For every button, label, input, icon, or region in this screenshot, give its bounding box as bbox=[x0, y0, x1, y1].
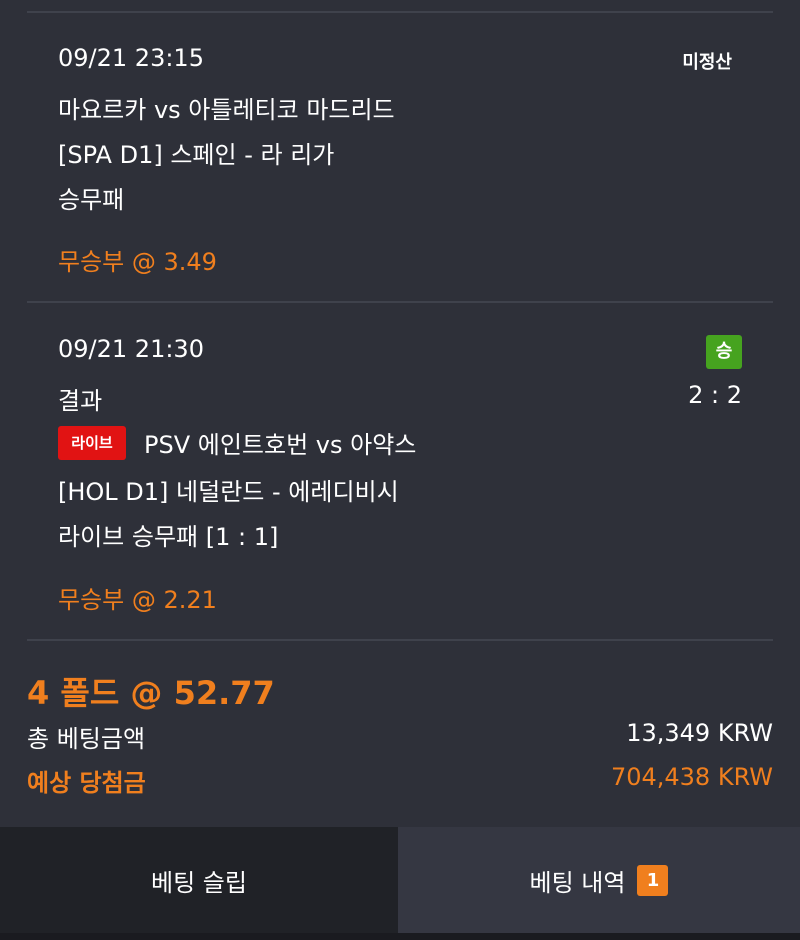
bet-pick: 무승부 @ 3.49 bbox=[58, 248, 217, 276]
divider bbox=[27, 639, 773, 641]
bet-datetime: 09/21 23:15 bbox=[58, 44, 204, 72]
total-stake-value: 13,349 KRW bbox=[626, 719, 773, 747]
tab-bet-slip[interactable]: 베팅 슬립 bbox=[0, 827, 398, 933]
bet-league: [HOL D1] 네덜란드 - 에레디비시 bbox=[58, 478, 399, 506]
bet-market: 라이브 승무패 [1 : 1] bbox=[58, 523, 279, 551]
result-label: 결과 bbox=[58, 387, 103, 415]
tab-bet-history[interactable]: 베팅 내역 1 bbox=[398, 827, 800, 933]
total-stake-row: 총 베팅금액 13,349 KRW bbox=[27, 719, 773, 753]
bet-item: 09/21 21:30 승 결과 2 : 2 라이브 PSV 에인트호번 vs 아… bbox=[58, 335, 744, 625]
bet-item: 09/21 23:15 미정산 마요르카 vs 아틀레티코 마드리드 [SPA … bbox=[58, 44, 744, 284]
expected-win-value: 704,438 KRW bbox=[610, 763, 773, 791]
divider bbox=[27, 11, 773, 13]
bottom-tab-bar: 베팅 슬립 베팅 내역 1 bbox=[0, 827, 800, 933]
status-unsettled: 미정산 bbox=[682, 52, 732, 73]
bet-datetime: 09/21 21:30 bbox=[58, 335, 204, 363]
folds-odds: 4 폴드 @ 52.77 bbox=[27, 674, 275, 712]
history-count-badge: 1 bbox=[637, 864, 669, 896]
bet-slip-page: 09/21 23:15 미정산 마요르카 vs 아틀레티코 마드리드 [SPA … bbox=[0, 0, 800, 940]
divider bbox=[27, 301, 773, 303]
total-stake-label: 총 베팅금액 bbox=[27, 725, 146, 753]
expected-win-label: 예상 당첨금 bbox=[27, 769, 146, 797]
status-win-badge: 승 bbox=[706, 335, 742, 369]
tab-bet-history-label: 베팅 내역 bbox=[529, 868, 626, 897]
bet-league: [SPA D1] 스페인 - 라 리가 bbox=[58, 141, 335, 169]
bet-match: PSV 에인트호번 vs 아약스 bbox=[144, 431, 417, 459]
bet-pick: 무승부 @ 2.21 bbox=[58, 586, 217, 614]
tab-bet-slip-label: 베팅 슬립 bbox=[151, 868, 247, 897]
bet-match: 마요르카 vs 아틀레티코 마드리드 bbox=[58, 96, 395, 124]
live-badge: 라이브 bbox=[58, 425, 126, 460]
bet-market: 승무패 bbox=[58, 186, 125, 214]
score: 2 : 2 bbox=[688, 381, 742, 409]
bottom-strip bbox=[0, 933, 800, 940]
expected-win-row: 예상 당첨금 704,438 KRW bbox=[27, 763, 773, 797]
live-match-row: 라이브 PSV 에인트호번 vs 아약스 bbox=[58, 425, 416, 460]
